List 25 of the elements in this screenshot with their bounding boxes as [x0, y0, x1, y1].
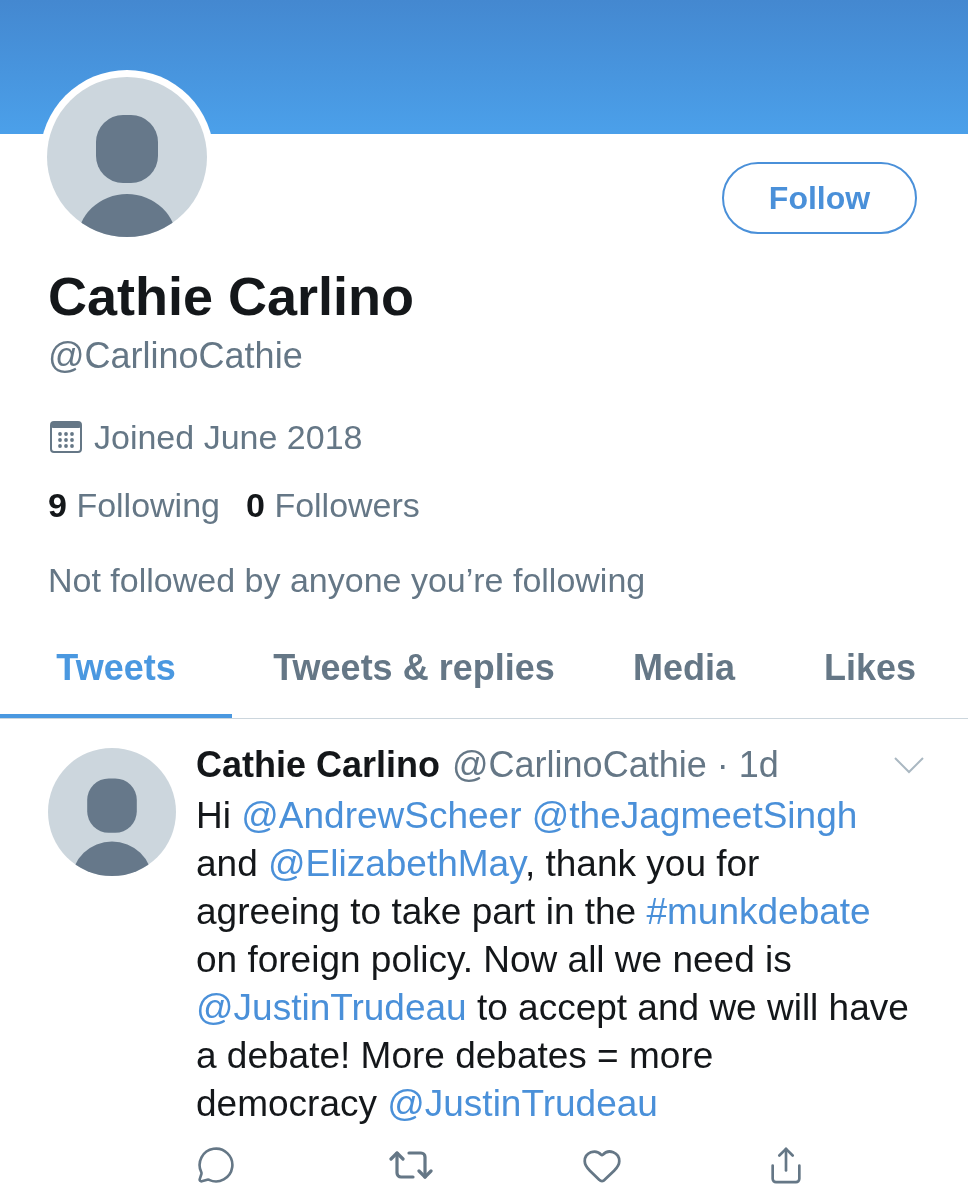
follow-stat-link[interactable]: 0 Followers [246, 483, 420, 527]
profile-tab[interactable]: Likes [772, 622, 968, 718]
tweet-handle-time: @CarlinoCathie · 1d [452, 743, 779, 787]
tweet-author: Cathie Carlino [196, 743, 441, 787]
profile-handle: @CarlinoCathie [48, 334, 303, 378]
mention-link[interactable]: @AndrewScheer [241, 795, 522, 836]
followed-by-note: Not followed by anyone you’re following [48, 560, 646, 601]
follow-button[interactable]: Follow [722, 162, 917, 234]
heart-icon[interactable] [583, 1147, 621, 1183]
profile-name: Cathie Carlino [48, 266, 415, 326]
profile-tab[interactable]: Tweets & replies [232, 622, 596, 718]
hashtag-link[interactable]: #munkdebate [646, 891, 871, 932]
tweet-text: Hi @AndrewScheer @theJagmeetSingh and @ElizabethMay, thank you for agreeing to take part in the #munkdebate on foreign policy. Now all we need is @JustinTrudeau to accept and we will have a debate! More debates = more democracy @JustinTrudeau [196, 794, 909, 1126]
mention-link[interactable]: @JustinTrudeau [196, 987, 467, 1028]
share-icon[interactable] [771, 1146, 801, 1184]
joined-date: Joined June 2018 [94, 417, 363, 458]
follow-stat-link[interactable]: 9 Following [48, 483, 220, 527]
speech-bubble-icon[interactable] [198, 1147, 234, 1183]
loop-arrows-icon[interactable] [389, 1151, 433, 1179]
mention-link[interactable]: @theJagmeetSingh [531, 795, 858, 836]
profile-tab[interactable]: Media [596, 622, 772, 718]
profile-tab[interactable]: Tweets [0, 622, 232, 718]
mention-link[interactable]: @JustinTrudeau [387, 1083, 658, 1124]
mention-link[interactable]: @ElizabethMay [268, 843, 525, 884]
calendar-icon [50, 421, 82, 453]
